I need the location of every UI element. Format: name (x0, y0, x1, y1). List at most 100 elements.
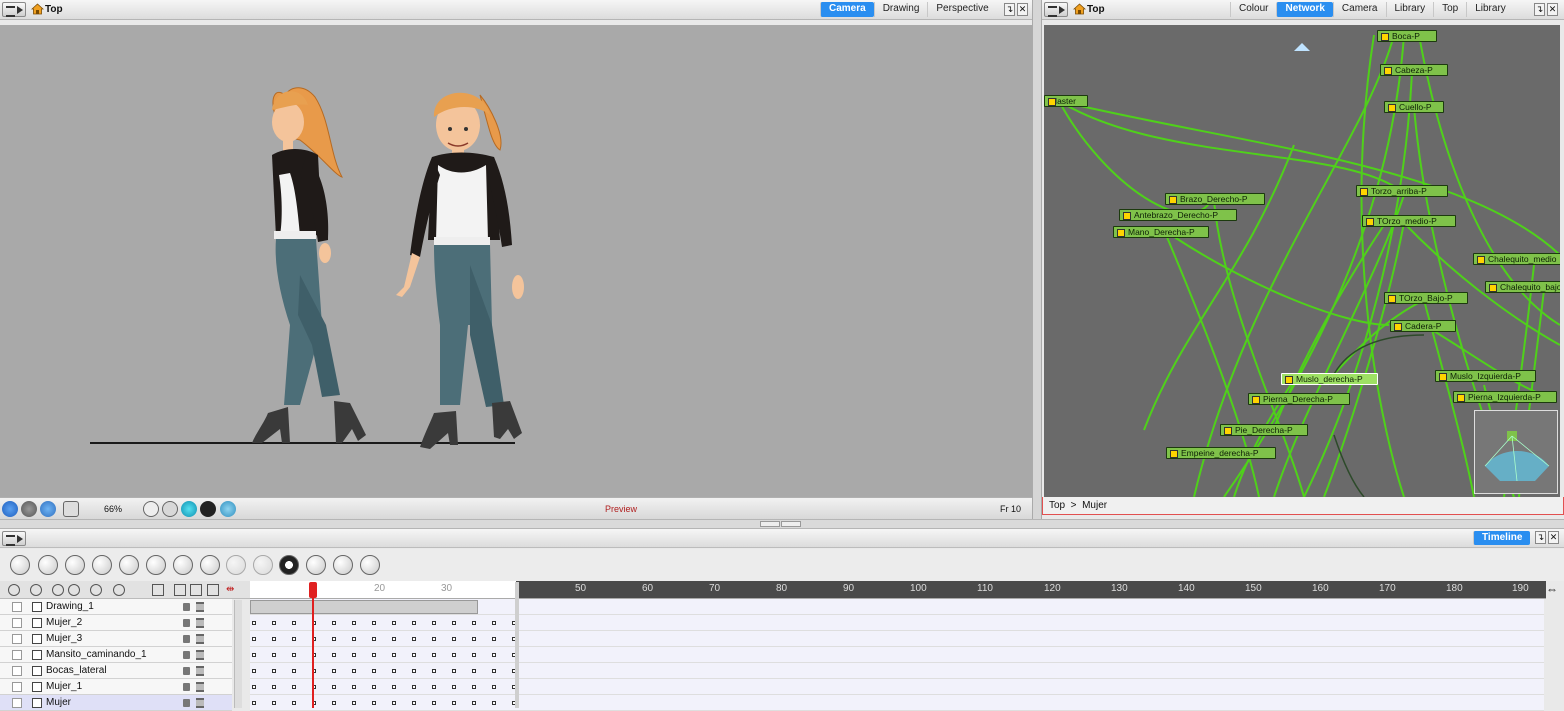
tab-library[interactable]: Library (1385, 2, 1434, 17)
keyframe-marker[interactable] (252, 701, 256, 705)
keyframe-marker[interactable] (332, 621, 336, 625)
function-icon[interactable] (253, 555, 273, 575)
keyframe-marker[interactable] (452, 669, 456, 673)
keyframe-marker[interactable] (472, 653, 476, 657)
frame-row[interactable] (250, 695, 1544, 711)
layer-stack-icon[interactable] (196, 634, 204, 644)
frame-row[interactable] (250, 647, 1544, 663)
keyframe-marker[interactable] (452, 621, 456, 625)
keyframe-marker[interactable] (412, 637, 416, 641)
dock-icon[interactable]: ↴ (1004, 3, 1015, 16)
lock-icon[interactable] (183, 699, 190, 707)
frame-ruler[interactable]: 20 30 50 60 70 80 90 100 110 120 130 140 150 160 170 18… (250, 581, 1546, 599)
keyframe-marker[interactable] (352, 653, 356, 657)
dock-icon[interactable]: ↴ (1534, 3, 1545, 16)
keyframe-marker[interactable] (292, 685, 296, 689)
keyframe-marker[interactable] (272, 653, 276, 657)
keyframe-marker[interactable] (412, 685, 416, 689)
lock-icon[interactable] (183, 667, 190, 675)
lock-icon[interactable] (183, 651, 190, 659)
network-node[interactable]: Cadera-P (1390, 320, 1456, 332)
vertical-splitter[interactable] (1032, 0, 1042, 520)
frame-row[interactable] (250, 679, 1544, 695)
camera-viewport[interactable] (0, 25, 1032, 497)
keyframe-marker[interactable] (492, 701, 496, 705)
add-keyframe-icon[interactable] (65, 555, 85, 575)
layer-enable-checkbox[interactable] (12, 602, 22, 612)
keyframe-marker[interactable] (292, 621, 296, 625)
record-icon[interactable] (200, 501, 216, 517)
keyframe-marker[interactable] (472, 621, 476, 625)
network-node[interactable]: Boca-P (1377, 30, 1437, 42)
layer-row[interactable]: Mansito_caminando_1 (0, 647, 232, 663)
layer-name[interactable]: Bocas_lateral (46, 665, 107, 676)
network-node[interactable]: Chalequito_bajo (1485, 281, 1560, 293)
layer-stack-icon[interactable] (196, 602, 204, 612)
tab-perspective[interactable]: Perspective (927, 2, 996, 17)
home-icon[interactable] (1073, 3, 1086, 15)
toggle-lock-icon[interactable] (174, 584, 186, 596)
network-node[interactable]: Master (1044, 95, 1088, 107)
collapse-up-icon[interactable] (760, 521, 780, 527)
keyframe-marker[interactable] (492, 621, 496, 625)
layer-row[interactable]: Bocas_lateral (0, 663, 232, 679)
keyframe-marker[interactable] (452, 637, 456, 641)
layer-row[interactable]: Mujer (0, 695, 232, 711)
keyframe-marker[interactable] (432, 621, 436, 625)
layer-properties-icon[interactable] (360, 555, 380, 575)
layer-stack-icon[interactable] (196, 698, 204, 708)
playhead[interactable] (312, 582, 314, 708)
layer-name[interactable]: Drawing_1 (46, 601, 94, 612)
keyframe-marker[interactable] (452, 653, 456, 657)
keyframe-marker[interactable] (392, 637, 396, 641)
keyframe-marker[interactable] (492, 637, 496, 641)
tab-camera[interactable]: Camera (820, 2, 874, 17)
frame-icon[interactable] (63, 501, 79, 517)
onion-skin-icon[interactable] (181, 501, 197, 517)
network-node[interactable]: Cabeza-P (1380, 64, 1448, 76)
layer-name[interactable]: Mujer (46, 697, 71, 708)
network-node[interactable]: Pierna_Izquierda-P (1453, 391, 1557, 403)
horizontal-splitter[interactable] (0, 519, 1564, 529)
keyframe-marker[interactable] (492, 685, 496, 689)
zoom-level[interactable]: 66% (104, 504, 122, 514)
tab-timeline[interactable]: Timeline (1473, 531, 1531, 545)
keyframe-marker[interactable] (272, 701, 276, 705)
keyframe-marker[interactable] (412, 701, 416, 705)
layer-scrollbar[interactable] (234, 600, 242, 708)
network-node[interactable]: Mano_Derecha-P (1113, 226, 1209, 238)
node-network-view[interactable]: Boca-P Cabeza-P Cuello-P Master Torzo_ar… (1044, 25, 1560, 497)
keyframe-marker[interactable] (392, 653, 396, 657)
keyframe-marker[interactable] (452, 685, 456, 689)
keyframe-marker[interactable] (352, 669, 356, 673)
layer-enable-checkbox[interactable] (12, 666, 22, 676)
keyframe-marker[interactable] (392, 669, 396, 673)
keyframe-marker[interactable] (372, 621, 376, 625)
network-node[interactable]: Muslo_derecha-P (1281, 373, 1378, 385)
lock-icon[interactable] (183, 603, 190, 611)
playhead-handle[interactable] (309, 582, 317, 598)
tab-drawing[interactable]: Drawing (873, 2, 928, 17)
panel-menu-button[interactable] (2, 2, 26, 17)
layer-row[interactable]: Mujer_3 (0, 631, 232, 647)
keyframe-marker[interactable] (472, 701, 476, 705)
exposure-bar[interactable] (250, 600, 478, 614)
keyframe-marker[interactable] (432, 669, 436, 673)
network-node[interactable]: Cuello-P (1384, 101, 1444, 113)
keyframe-marker[interactable] (352, 637, 356, 641)
keyframe-marker[interactable] (412, 621, 416, 625)
keyframe-marker[interactable] (252, 653, 256, 657)
stop-motion-keyframe-icon[interactable] (146, 555, 166, 575)
panel-menu-button[interactable] (2, 531, 26, 546)
dock-icon[interactable]: ↴ (1535, 531, 1546, 544)
keyframe-marker[interactable] (432, 701, 436, 705)
close-icon[interactable]: ✕ (1547, 3, 1558, 16)
keyframe-marker[interactable] (372, 653, 376, 657)
network-node[interactable]: Brazo_Derecho-P (1165, 193, 1265, 205)
keyframe-marker[interactable] (472, 669, 476, 673)
onion-skin-icon[interactable] (279, 555, 299, 575)
add-drawing-layer-icon[interactable] (10, 555, 30, 575)
layer-name[interactable]: Mujer_3 (46, 633, 82, 644)
toggle-display-icon[interactable] (190, 584, 202, 596)
network-node[interactable]: TOrzo_medio-P (1362, 215, 1456, 227)
